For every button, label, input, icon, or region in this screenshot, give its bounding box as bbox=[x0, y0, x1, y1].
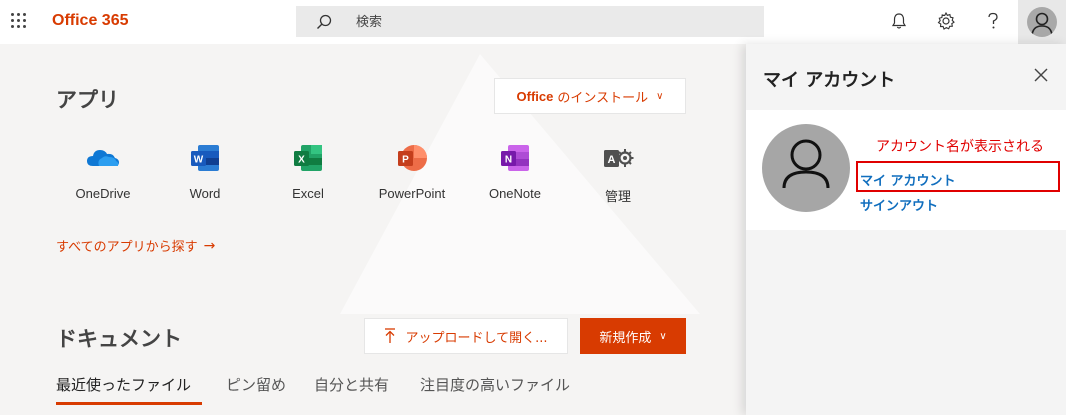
app-powerpoint[interactable]: P PowerPoint bbox=[357, 140, 467, 201]
search-input[interactable] bbox=[356, 12, 736, 32]
app-onenote[interactable]: N OneNote bbox=[460, 140, 570, 201]
help-icon[interactable] bbox=[985, 11, 1001, 31]
svg-text:X: X bbox=[298, 155, 305, 166]
chevron-down-icon: ∨ bbox=[656, 90, 664, 102]
app-label: Excel bbox=[292, 186, 324, 201]
gear-icon[interactable] bbox=[936, 11, 956, 31]
svg-text:A: A bbox=[608, 154, 616, 166]
install-office-button[interactable]: Office のインストール ∨ bbox=[494, 78, 686, 114]
install-label: のインストール bbox=[557, 90, 649, 106]
app-excel[interactable]: X Excel bbox=[253, 140, 363, 201]
onenote-icon: N bbox=[501, 145, 529, 171]
sign-out-link[interactable]: サインアウト bbox=[860, 195, 938, 214]
account-card: アカウント名が表示される マイ アカウント サインアウト bbox=[746, 110, 1066, 230]
word-icon: W bbox=[191, 145, 219, 171]
brand-title[interactable]: Office 365 bbox=[52, 12, 128, 30]
chevron-down-icon: ∨ bbox=[659, 330, 667, 342]
powerpoint-icon: P bbox=[398, 145, 427, 171]
active-tab-indicator bbox=[56, 402, 202, 405]
account-avatar-button[interactable] bbox=[1018, 0, 1066, 44]
admin-icon: A bbox=[604, 149, 634, 167]
upload-label: アップロードして開く... bbox=[405, 330, 548, 346]
new-label: 新規作成 bbox=[599, 330, 652, 346]
account-panel: マイ アカウント アカウント名が表示される マイ アカウント サインアウト bbox=[746, 44, 1066, 415]
bell-icon[interactable] bbox=[890, 11, 908, 31]
tab-shared-with-me[interactable]: 自分と共有 bbox=[314, 374, 389, 395]
panel-title: マイ アカウント bbox=[763, 70, 896, 91]
app-word[interactable]: W Word bbox=[150, 140, 260, 201]
app-list: OneDrive W Word X Excel P PowerPoint N O… bbox=[48, 140, 688, 220]
new-document-button[interactable]: 新規作成 ∨ bbox=[580, 318, 686, 354]
close-icon[interactable] bbox=[1032, 66, 1050, 84]
search-icon bbox=[317, 14, 332, 29]
upload-open-button[interactable]: アップロードして開く... bbox=[364, 318, 568, 354]
excel-icon: X bbox=[294, 145, 322, 171]
app-label: OneNote bbox=[488, 186, 542, 201]
search-bar[interactable] bbox=[296, 6, 764, 37]
my-account-link[interactable]: マイ アカウント bbox=[860, 170, 956, 189]
install-brand: Office bbox=[516, 88, 554, 104]
main-content: アプリ Office のインストール ∨ OneDrive W Word X E… bbox=[0, 44, 746, 415]
upload-icon bbox=[385, 328, 396, 343]
avatar bbox=[1027, 7, 1057, 37]
top-bar: Office 365 bbox=[0, 0, 1066, 44]
annotation-text: アカウント名が表示される bbox=[876, 139, 1044, 155]
tab-discover[interactable]: 注目度の高いファイル bbox=[420, 374, 570, 395]
user-icon bbox=[1031, 12, 1053, 37]
app-admin[interactable]: A 管理 bbox=[563, 140, 673, 205]
app-label: OneDrive bbox=[75, 186, 131, 201]
svg-text:W: W bbox=[194, 155, 204, 166]
all-apps-label: すべてのアプリから探す bbox=[56, 240, 198, 255]
app-label: Word bbox=[189, 186, 221, 201]
user-icon bbox=[782, 139, 830, 189]
avatar bbox=[762, 124, 850, 212]
svg-text:N: N bbox=[505, 155, 512, 166]
app-launcher-icon[interactable] bbox=[11, 13, 27, 29]
app-onedrive[interactable]: OneDrive bbox=[48, 140, 158, 201]
arrow-right-icon: → bbox=[203, 237, 216, 254]
tab-pinned[interactable]: ピン留め bbox=[226, 374, 286, 395]
tab-recent[interactable]: 最近使ったファイル bbox=[56, 374, 191, 395]
documents-heading: ドキュメント bbox=[56, 327, 182, 351]
apps-heading: アプリ bbox=[56, 88, 119, 112]
app-label: PowerPoint bbox=[378, 186, 446, 201]
svg-text:P: P bbox=[402, 155, 409, 166]
onedrive-icon bbox=[87, 150, 119, 166]
app-label: 管理 bbox=[604, 190, 631, 205]
all-apps-link[interactable]: すべてのアプリから探す → bbox=[56, 236, 216, 256]
